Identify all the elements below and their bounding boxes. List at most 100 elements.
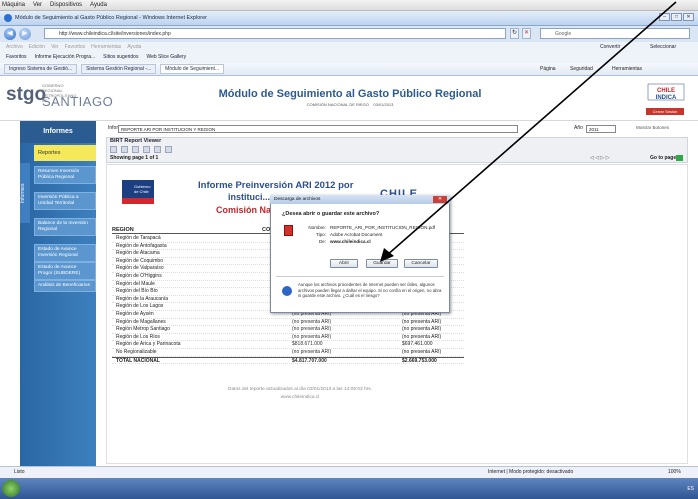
page-nav-icons[interactable]: ◁ ◁ ▷ ▷ <box>590 155 610 161</box>
taskbar <box>0 478 698 499</box>
row-region: Región de Magallanes <box>116 318 166 325</box>
refresh-icon[interactable]: ↻ <box>510 28 519 39</box>
row-value-1: $818.671.000 <box>292 341 323 348</box>
print-server-icon[interactable] <box>165 146 172 153</box>
table-row: No Regionalizable (no presenta ARI) (no pr… <box>112 349 464 357</box>
dialog-close-button[interactable]: ✕ <box>433 196 447 203</box>
vm-menu-maquina[interactable]: Máquina <box>2 2 25 8</box>
table-row: Región de Magallanes (no presenta ARI) (no… <box>112 319 464 327</box>
informe-select[interactable]: REPORTE ARI POR INSTITUCION Y REGION <box>118 125 518 133</box>
save-button[interactable]: Guardar <box>366 259 398 268</box>
toolbar-pagina[interactable]: Página <box>540 66 556 72</box>
status-zone: Internet | Modo protegido: desactivado <box>488 469 574 475</box>
row-value-2: $697.461.000 <box>402 341 433 348</box>
start-button[interactable] <box>2 480 20 497</box>
goto-label: Go to page: <box>650 155 678 161</box>
type-value: Adobe Acrobat Document <box>330 232 383 237</box>
search-input[interactable]: Google <box>540 28 690 39</box>
total-value-1: $4.817.707.000 <box>292 357 327 364</box>
convert-button[interactable]: Convertir <box>600 42 620 52</box>
dialog-warning: Aunque los archivos procedentes de Inter… <box>298 282 442 298</box>
tab-sistema[interactable]: Sistema Gestión Regional -... <box>81 64 157 74</box>
anio-label: Año <box>574 125 583 131</box>
toc-icon[interactable] <box>110 146 117 153</box>
menu-herramientas[interactable]: Herramientas <box>91 42 121 52</box>
back-button[interactable]: ◀ <box>4 28 16 40</box>
row-value-1: (no presenta ARI) <box>292 333 332 340</box>
svg-text:CHILE: CHILE <box>657 88 675 94</box>
row-value-1: (no presenta ARI) <box>292 349 332 355</box>
print-icon[interactable] <box>154 146 161 153</box>
menu-archivo[interactable]: Archivo <box>6 42 23 52</box>
menu-favoritos[interactable]: Favoritos <box>65 42 86 52</box>
from-value: www.chileindica.cl <box>330 239 371 244</box>
row-region: Región de Aysén <box>116 311 154 317</box>
report-title-line2: instituci... <box>228 192 271 202</box>
toolbar-seguridad[interactable]: Seguridad <box>570 66 593 72</box>
sidebar-vertical-tab[interactable]: Informes <box>20 163 30 223</box>
address-bar[interactable]: http://www.chileindica.cl/site/inversion… <box>44 28 506 39</box>
cancel-button[interactable]: Cancelar <box>404 259 438 268</box>
sidebar-item-beneficiarios[interactable]: Análisis de Beneficiarios <box>34 280 96 292</box>
table-row: Región de Los Ríos (no presenta ARI) (no p… <box>112 334 464 342</box>
from-label: De: <box>318 239 326 244</box>
tab-ingreso[interactable]: Ingreso Sistema de Gestió... <box>4 64 78 74</box>
close-window-button[interactable]: ✕ <box>683 13 694 21</box>
favorite-link-webslice[interactable]: Web Slice Gallery <box>146 52 186 63</box>
open-button[interactable]: Abrir <box>330 259 358 268</box>
shield-icon <box>282 286 292 296</box>
report-note: Datos del reporte actualizados al día 03… <box>227 387 372 400</box>
vm-menu-ayuda[interactable]: Ayuda <box>90 2 107 8</box>
maximize-button[interactable]: □ <box>671 13 682 21</box>
address-actions: ↻ ✕ <box>510 28 531 39</box>
parameters-icon[interactable] <box>121 146 128 153</box>
tab-modulo[interactable]: Módulo de Seguimient... <box>160 64 225 74</box>
select-button[interactable]: Seleccionar <box>650 42 676 52</box>
sidebar-title: Informes <box>20 121 96 143</box>
total-value-2: $2.669.753.000 <box>402 357 437 364</box>
vm-menu-ver[interactable]: Ver <box>33 2 42 8</box>
row-region: Región de Valparaíso <box>116 265 164 272</box>
row-region: Región de O'Higgins <box>116 273 162 279</box>
window-controls: – □ ✕ <box>659 13 694 21</box>
menu-ver[interactable]: Ver <box>51 42 59 52</box>
svg-text:INDICA: INDICA <box>656 95 677 101</box>
zoom-level[interactable]: 100% <box>668 467 681 478</box>
sidebar-item-estado[interactable]: Estado de Avance Inversión Regional <box>34 244 96 262</box>
pdf-file-icon <box>284 225 293 236</box>
favorite-link-informe[interactable]: Informe Ejecución Progra... <box>35 52 96 63</box>
sidebar-item-resumen[interactable]: Resumen Inversión Pública Regional <box>34 166 96 184</box>
export-icon[interactable] <box>132 146 139 153</box>
minimize-button[interactable]: – <box>659 13 670 21</box>
menu-edicion[interactable]: Edición <box>29 42 45 52</box>
sidebar-item-inversion[interactable]: Inversión Pública a Unidad Territorial <box>34 192 96 210</box>
page-indicator: Showing page 1 of 1 <box>110 155 159 161</box>
row-region: Región del Bío Bío <box>116 288 158 295</box>
stop-icon[interactable]: ✕ <box>522 28 531 39</box>
row-region: Región de Tarapacá <box>116 235 161 241</box>
logout-button[interactable]: Cerrar Sesión <box>646 108 684 115</box>
row-region: Región de Atacama <box>116 250 160 257</box>
sidebar-item-progor[interactable]: Estado de Avance Progor (SUBDERE) <box>34 262 96 280</box>
export-report-icon[interactable] <box>143 146 150 153</box>
sidebar-item-balance[interactable]: Balance de la Inversión Regional <box>34 218 96 236</box>
toolbar-herramientas[interactable]: Herramientas <box>612 66 642 72</box>
menu-ayuda[interactable]: Ayuda <box>127 42 141 52</box>
anio-select[interactable]: 2011 <box>586 125 616 133</box>
forward-button[interactable]: ▶ <box>19 28 31 40</box>
favorites-star-button[interactable]: Favoritos <box>6 52 27 63</box>
window-titlebar: Módulo de Seguimiento al Gasto Público R… <box>0 11 698 26</box>
sidebar-item-reportes[interactable]: Reportes <box>34 145 96 161</box>
goto-button[interactable] <box>676 155 683 161</box>
favorite-link-sitios[interactable]: Sitios sugeridos <box>103 52 138 63</box>
row-region: Región Metrop Santiago <box>116 326 170 333</box>
status-bar: Listo Internet | Modo protegido: desacti… <box>0 466 698 478</box>
row-region: Región del Maule <box>116 280 155 287</box>
vm-menu-dispositivos[interactable]: Dispositivos <box>50 2 82 8</box>
row-value-2: (no presenta ARI) <box>402 326 442 333</box>
mostrar-botones-checkbox[interactable]: Mostrar Botones <box>636 125 669 130</box>
table-row: Región Metrop Santiago (no presenta ARI) (… <box>112 326 464 334</box>
page-title: Módulo de Seguimiento al Gasto Público R… <box>218 88 482 100</box>
dialog-title: Descarga de archivos <box>270 195 450 204</box>
favorites-bar: Favoritos Informe Ejecución Progra... Si… <box>0 52 698 63</box>
